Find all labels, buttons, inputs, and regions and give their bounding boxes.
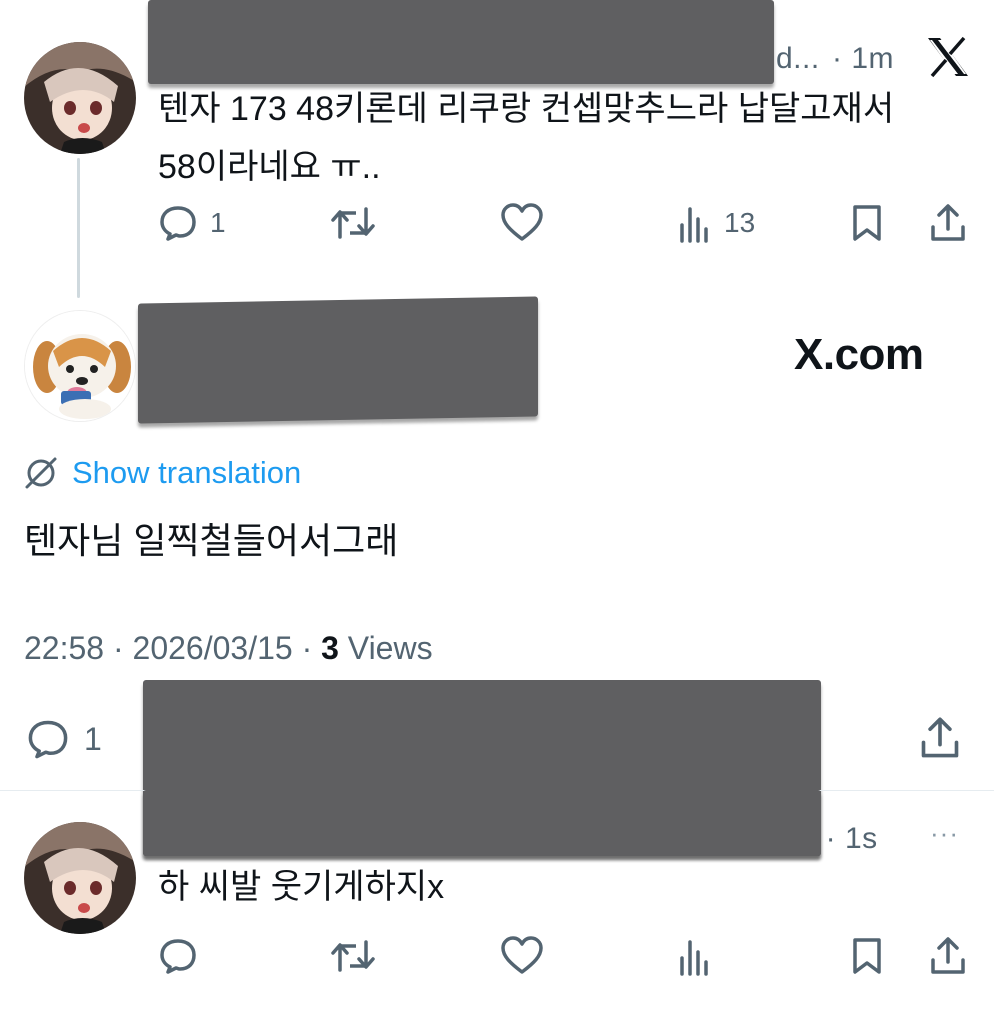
views-count: 13 [724, 207, 756, 238]
tweet-timestamp: 22:58 · 2026/03/15 · 3 Views [24, 630, 433, 667]
reply-icon [160, 939, 196, 974]
views-button[interactable]: 13 [678, 203, 755, 243]
retweet-button[interactable] [330, 936, 376, 976]
bookmark-button[interactable] [850, 936, 884, 976]
redacted-username [143, 790, 821, 856]
bookmark-icon [853, 205, 881, 241]
views-count: 3 [321, 630, 339, 666]
like-button[interactable] [500, 936, 544, 976]
share-icon [931, 937, 965, 974]
tweet-text: 하 씨발 웃기게하지x [158, 868, 445, 906]
reply-button[interactable]: 1 [158, 203, 226, 243]
more-options-button[interactable]: ··· [930, 818, 959, 849]
like-icon [501, 203, 543, 241]
retweet-icon [331, 207, 375, 239]
share-icon [931, 204, 965, 241]
reply-icon [160, 206, 196, 241]
views-icon [680, 207, 708, 243]
tweet-time[interactable]: · 1m [832, 42, 894, 76]
avatar[interactable] [24, 310, 136, 422]
reply-button[interactable]: 1 [24, 717, 102, 761]
translate-globe-icon [25, 457, 57, 489]
avatar[interactable] [24, 822, 136, 934]
handle-tail[interactable]: d... [776, 42, 820, 76]
like-button[interactable] [500, 203, 544, 243]
tweet-text-line: 텐자 173 48키론데 리쿠랑 컨셉맞추느라 납달고재서 [158, 90, 895, 128]
bookmark-button[interactable] [850, 203, 884, 243]
show-translation-label: Show translation [72, 455, 302, 490]
share-button[interactable] [918, 716, 962, 760]
share-icon [921, 717, 959, 758]
reply-count: 1 [84, 720, 102, 757]
share-button[interactable] [928, 936, 968, 976]
tweet-text-line: 58이라네요 ㅠ.. [158, 148, 381, 186]
main-tweet-text: 텐자님 일찍철들어서그래 [24, 520, 399, 561]
timestamp-text[interactable]: 22:58 · 2026/03/15 · [24, 630, 321, 666]
like-icon [501, 936, 543, 974]
views-label: Views [338, 630, 433, 666]
show-translation-link[interactable]: Show translation [24, 455, 301, 491]
retweet-button[interactable] [330, 203, 376, 243]
reply-count: 1 [210, 207, 226, 238]
bookmark-icon [853, 938, 881, 974]
x-com-watermark: X.com [794, 330, 924, 380]
redacted-username [138, 296, 538, 424]
reply-button[interactable] [158, 936, 198, 976]
views-button[interactable] [678, 936, 712, 976]
retweet-icon [331, 940, 375, 972]
thread-connector [77, 158, 80, 298]
share-button[interactable] [928, 203, 968, 243]
x-com-watermark-text: X.com [794, 330, 924, 379]
redacted-username [148, 0, 774, 84]
views-icon [680, 940, 708, 976]
avatar[interactable] [24, 42, 136, 154]
tweet-text: 텐자 173 48키론데 리쿠랑 컨셉맞추느라 납달고재서 58이라네요 ㅠ.. [158, 80, 894, 196]
reply-icon [28, 720, 68, 759]
x-logo-icon [926, 36, 970, 83]
